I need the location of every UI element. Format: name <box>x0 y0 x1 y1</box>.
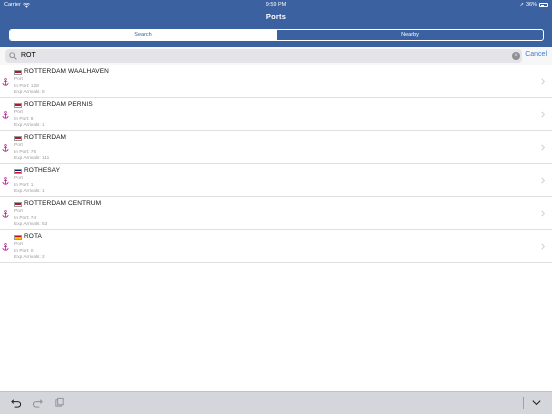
expected-arrivals: Exp Arrivals: 2 <box>14 255 45 260</box>
anchor-icon <box>2 111 9 119</box>
chevron-right-icon <box>541 177 545 184</box>
expected-arrivals: Exp Arrivals: 1 <box>14 123 45 128</box>
chevron-right-icon <box>541 243 545 250</box>
port-list: ROTTERDAM WAALHAVEN Port In Port: 128 Ex… <box>0 65 552 263</box>
port-row-3[interactable]: ROTTERDAM Port In Port: 76 Exp Arrivals:… <box>0 131 552 164</box>
port-row-6[interactable]: ROTA Port In Port: 0 Exp Arrivals: 2 <box>0 230 552 263</box>
port-type: Port <box>14 110 23 115</box>
expected-arrivals: Exp Arrivals: 111 <box>14 156 50 161</box>
port-type: Port <box>14 176 23 181</box>
status-bar: Carrier 9:59 PM ➚ 36% <box>0 0 552 10</box>
chevron-right-icon <box>541 144 545 151</box>
netherlands-flag-icon <box>14 202 22 207</box>
status-time: 9:59 PM <box>265 2 287 8</box>
search-bar: × Cancel <box>0 47 552 65</box>
in-port-count: In Port: 74 <box>14 215 37 221</box>
port-name: ROTTERDAM WAALHAVEN <box>24 68 109 75</box>
port-type: Port <box>14 77 23 82</box>
port-row-4[interactable]: ROTHESAY Port In Port: 1 Exp Arrivals: 1 <box>0 164 552 197</box>
clear-search-icon[interactable]: × <box>512 52 520 60</box>
search-icon <box>9 52 17 60</box>
port-row-5[interactable]: ROTTERDAM CENTRUM Port In Port: 74 Exp A… <box>0 197 552 230</box>
in-port-count: In Port: 1 <box>14 182 34 188</box>
anchor-icon <box>2 144 9 152</box>
united-kingdom-flag-icon <box>14 169 22 174</box>
toolbar-divider <box>523 397 524 409</box>
chevron-right-icon <box>541 78 545 85</box>
segment-nearby[interactable]: Nearby <box>276 30 543 40</box>
keyboard-dismiss-icon[interactable] <box>531 397 542 408</box>
in-port-count: In Port: 76 <box>14 149 37 155</box>
segment-search[interactable]: Search <box>10 30 276 40</box>
battery-icon <box>539 3 548 7</box>
port-type: Port <box>14 209 23 214</box>
search-input[interactable] <box>21 49 501 63</box>
expected-arrivals: Exp Arrivals: 8 <box>14 90 45 95</box>
anchor-icon <box>2 210 9 218</box>
keyboard-shortcut-bar <box>0 391 552 414</box>
search-field[interactable]: × <box>5 49 522 63</box>
location-arrow-icon: ➚ <box>519 2 524 8</box>
port-name: ROTTERDAM CENTRUM <box>24 200 102 207</box>
segmented-control: Search Nearby <box>9 29 544 41</box>
port-row-1[interactable]: ROTTERDAM WAALHAVEN Port In Port: 128 Ex… <box>0 65 552 98</box>
expected-arrivals: Exp Arrivals: 1 <box>14 189 45 194</box>
spain-flag-icon <box>14 235 22 240</box>
cancel-button[interactable]: Cancel <box>525 51 547 58</box>
netherlands-flag-icon <box>14 70 22 75</box>
netherlands-flag-icon <box>14 103 22 108</box>
in-port-count: In Port: 0 <box>14 248 34 254</box>
undo-icon[interactable] <box>11 397 22 408</box>
redo-icon[interactable] <box>32 397 43 408</box>
paste-icon[interactable] <box>54 397 65 408</box>
navigation-header: Carrier 9:59 PM ➚ 36% Ports Search Nearb… <box>0 0 552 47</box>
port-name: ROTTERDAM PERNIS <box>24 101 93 108</box>
port-name: ROTA <box>24 233 42 240</box>
in-port-count: In Port: 128 <box>14 83 39 89</box>
page-title: Ports <box>265 12 287 21</box>
port-row-2[interactable]: ROTTERDAM PERNIS Port In Port: 8 Exp Arr… <box>0 98 552 131</box>
chevron-right-icon <box>541 210 545 217</box>
anchor-icon <box>2 243 9 251</box>
status-right: ➚ 36% <box>520 0 548 10</box>
battery-percent: 36% <box>525 2 537 8</box>
port-type: Port <box>14 143 23 148</box>
expected-arrivals: Exp Arrivals: 53 <box>14 222 48 227</box>
port-name: ROTHESAY <box>24 167 61 174</box>
anchor-icon <box>2 78 9 86</box>
port-name: ROTTERDAM <box>24 134 67 141</box>
chevron-right-icon <box>541 111 545 118</box>
anchor-icon <box>2 177 9 185</box>
netherlands-flag-icon <box>14 136 22 141</box>
port-type: Port <box>14 242 23 247</box>
in-port-count: In Port: 8 <box>14 116 34 122</box>
